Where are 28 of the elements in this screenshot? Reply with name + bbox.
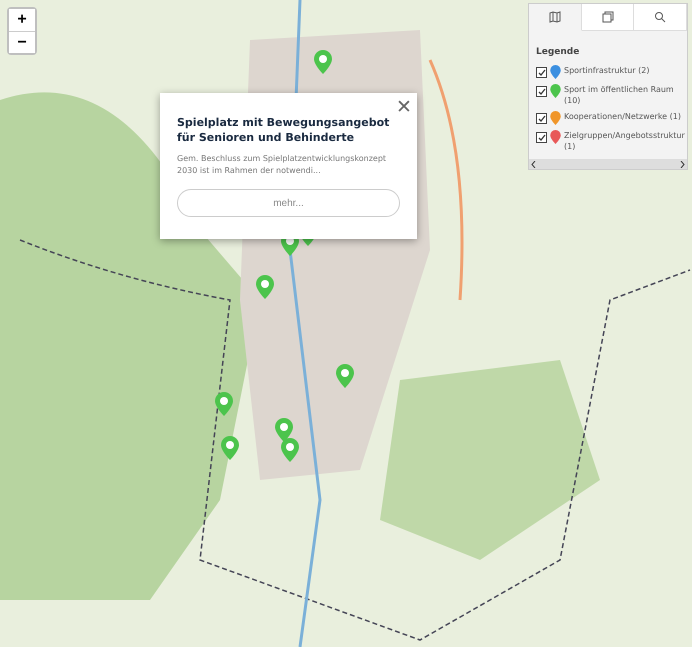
- legend-label: Kooperationen/Netzwerke (1): [564, 111, 681, 122]
- legend-label: Sport im öffentlichen Raum (10): [564, 84, 675, 106]
- map-icon: [548, 11, 561, 23]
- search-icon: [654, 11, 666, 23]
- checkbox[interactable]: [536, 132, 547, 143]
- close-button[interactable]: ✕: [396, 95, 412, 119]
- more-button[interactable]: mehr...: [177, 189, 400, 217]
- map-pin-icon[interactable]: [314, 50, 332, 74]
- checkbox[interactable]: [536, 113, 547, 124]
- scroll-left-icon[interactable]: [531, 160, 536, 168]
- map-pin-icon[interactable]: [256, 275, 274, 299]
- layers-icon: [602, 11, 614, 23]
- checkbox[interactable]: [536, 86, 547, 97]
- popup-title: Spielplatz mit Bewegungsangebot für Senioren und Behinderte: [177, 115, 390, 145]
- map-pin-icon[interactable]: [215, 392, 233, 416]
- map-pin-icon[interactable]: [275, 418, 293, 442]
- map-pin-icon[interactable]: [281, 438, 299, 462]
- zoom-out-button[interactable]: −: [9, 31, 35, 53]
- map-pin-icon[interactable]: [336, 364, 354, 388]
- checkbox[interactable]: [536, 67, 547, 78]
- popup-description: Gem. Beschluss zum Spielplatzentwicklungskonzept 2030 ist im Rahmen der notwendi...: [177, 153, 388, 177]
- legend-title: Legende: [536, 47, 580, 57]
- legend-label: Sportinfrastruktur (2): [564, 65, 650, 76]
- legend-label: Zielgruppen/Angebotsstruktur (1): [564, 130, 685, 152]
- scroll-right-icon[interactable]: [680, 160, 685, 168]
- map-pin-icon[interactable]: [221, 436, 239, 460]
- horizontal-scrollbar[interactable]: [529, 159, 687, 169]
- panel-tab[interactable]: [582, 4, 634, 31]
